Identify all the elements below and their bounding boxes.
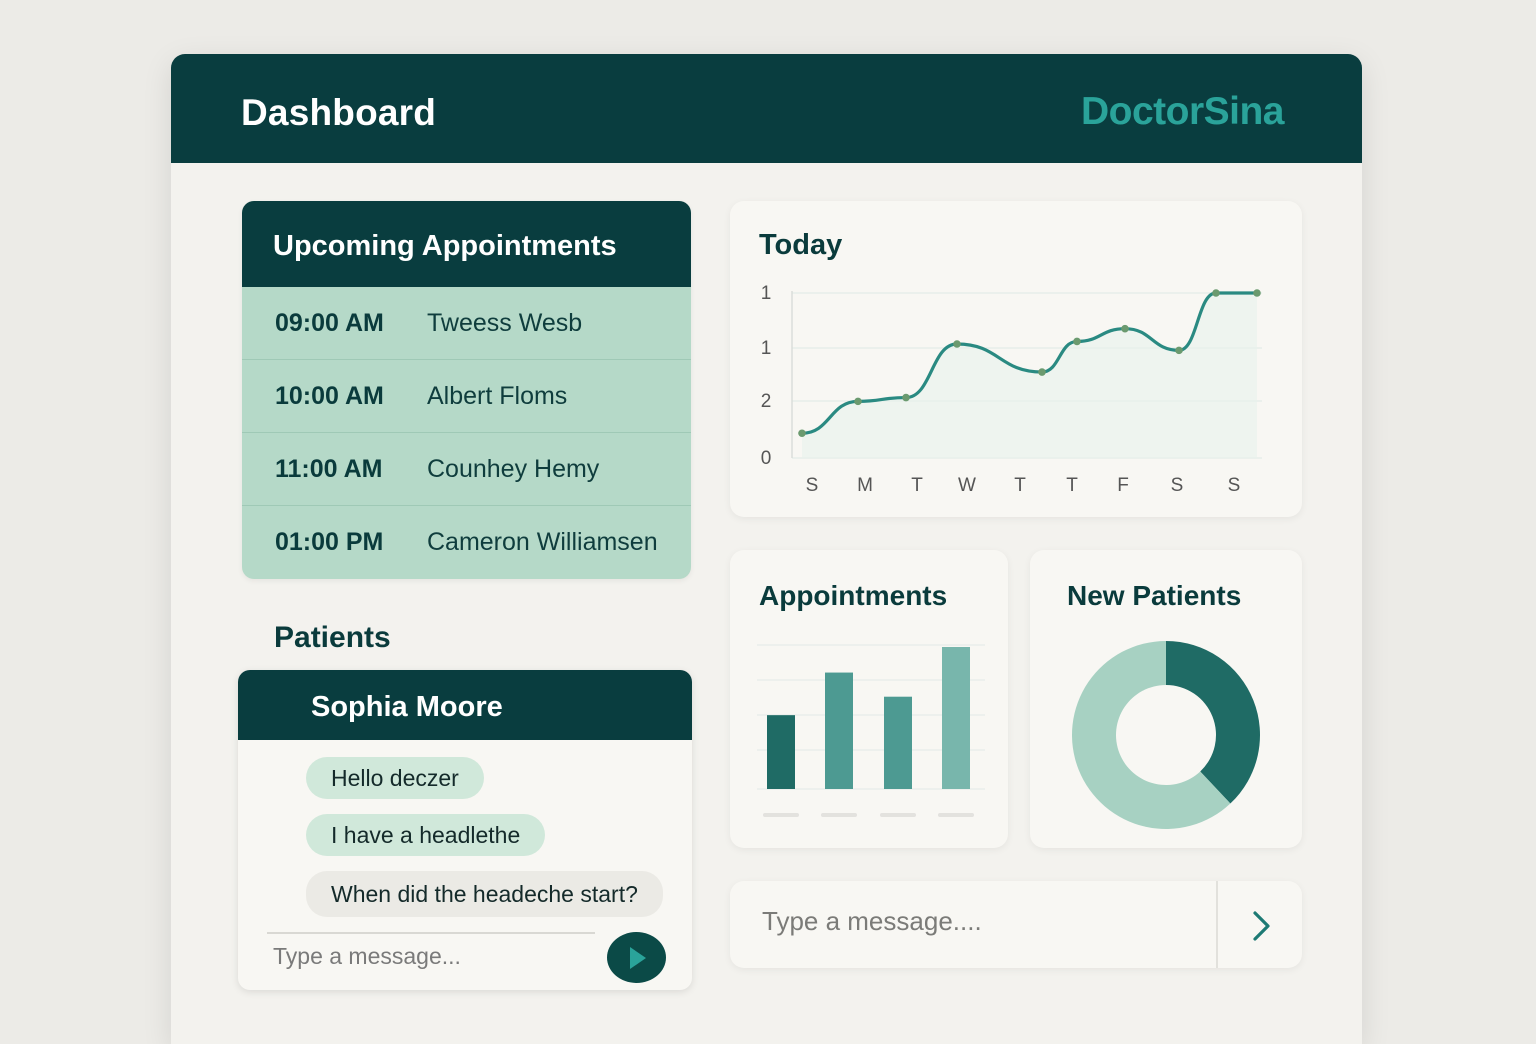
appointment-row[interactable]: 01:00 PM Cameron Williamsen [242, 506, 691, 578]
play-icon [630, 947, 646, 969]
chevron-right-icon[interactable] [1248, 909, 1276, 943]
appointments-card-title: Upcoming Appointments [273, 230, 617, 262]
top-bar: Dashboard DoctorSina [171, 54, 1362, 163]
chat-patient-name: Sophia Moore [311, 691, 503, 723]
x-tick-placeholder [821, 813, 857, 817]
today-chart-card: Today 1120SMTWTTFSS [730, 201, 1302, 517]
appointment-time: 11:00 AM [275, 455, 383, 483]
patients-section-label: Patients [274, 621, 391, 654]
x-tick-placeholder [763, 813, 799, 817]
data-point [902, 393, 910, 402]
x-tick-label: S [1228, 475, 1241, 496]
donut-slice [1166, 641, 1260, 804]
page-title: Dashboard [241, 92, 437, 133]
chat-message-bubble: I have a headlethe [306, 814, 546, 856]
data-point [1073, 337, 1081, 346]
line-area [802, 293, 1257, 458]
bar [884, 696, 912, 789]
x-tick-label: S [1171, 475, 1184, 496]
y-tick-label: 0 [761, 448, 772, 469]
data-point [854, 397, 862, 406]
y-tick-label: 2 [761, 391, 772, 412]
data-point [1253, 289, 1261, 297]
data-point [1038, 368, 1046, 376]
message-input[interactable]: Type a message.... [762, 906, 982, 937]
chat-message-bubble: Hello deczer [306, 757, 484, 799]
appointments-chart-card: Appointments [730, 550, 1008, 848]
message-bar-divider [1216, 881, 1218, 968]
chat-send-button[interactable] [607, 932, 666, 983]
chat-input-divider [267, 932, 595, 934]
chat-message-bubble: When did the headeche start? [306, 871, 663, 917]
patient-chat-card: Sophia Moore Hello deczer I have a headl… [238, 670, 692, 990]
x-tick-label: T [911, 475, 923, 496]
bar [767, 715, 795, 789]
bar [942, 647, 970, 789]
bar [825, 672, 853, 789]
dashboard-window: Dashboard DoctorSina Upcoming Appointmen… [171, 54, 1362, 1044]
appointment-row[interactable]: 09:00 AM Tweess Wesb [242, 287, 691, 360]
data-point [1212, 289, 1220, 297]
appointment-row[interactable]: 10:00 AM Albert Floms [242, 360, 691, 433]
appointment-time: 09:00 AM [275, 309, 384, 337]
appointment-patient-name: Counhey Hemy [427, 455, 600, 483]
today-line-chart: 1 1 2 0 S M T W T T F S S [761, 283, 1262, 496]
brand-logo[interactable]: DoctorSina [1081, 90, 1285, 134]
new-patients-card: New Patients [1030, 550, 1302, 848]
x-tick-label: T [1066, 475, 1078, 496]
y-tick-label: 1 [761, 338, 772, 359]
message-bar: Type a message.... [730, 881, 1302, 968]
appointment-patient-name: Tweess Wesb [427, 309, 583, 337]
chat-header: Sophia Moore [238, 670, 692, 740]
x-tick-placeholder [938, 813, 974, 817]
upcoming-appointments-card: Upcoming Appointments 09:00 AM Tweess We… [242, 201, 691, 579]
data-point [1121, 324, 1129, 333]
appointment-time: 10:00 AM [275, 382, 384, 410]
data-point [798, 429, 806, 438]
new-patients-donut-chart [1072, 641, 1260, 829]
data-point [953, 340, 961, 348]
x-tick-label: T [1014, 475, 1026, 496]
appointments-bar-chart [757, 644, 985, 817]
x-tick-label: F [1117, 475, 1129, 496]
x-tick-label: S [806, 475, 819, 496]
appointment-row[interactable]: 11:00 AM Counhey Hemy [242, 433, 691, 506]
appointment-patient-name: Cameron Williamsen [427, 528, 658, 556]
x-tick-placeholder [880, 813, 916, 817]
appointments-card-header: Upcoming Appointments [242, 201, 691, 287]
data-point [1175, 346, 1183, 355]
x-tick-label: M [857, 475, 873, 496]
x-tick-label: W [958, 475, 976, 496]
appointment-time: 01:00 PM [275, 528, 384, 556]
chat-message-input[interactable]: Type a message... [273, 938, 593, 974]
appointment-patient-name: Albert Floms [427, 382, 568, 410]
y-tick-label: 1 [761, 283, 772, 304]
